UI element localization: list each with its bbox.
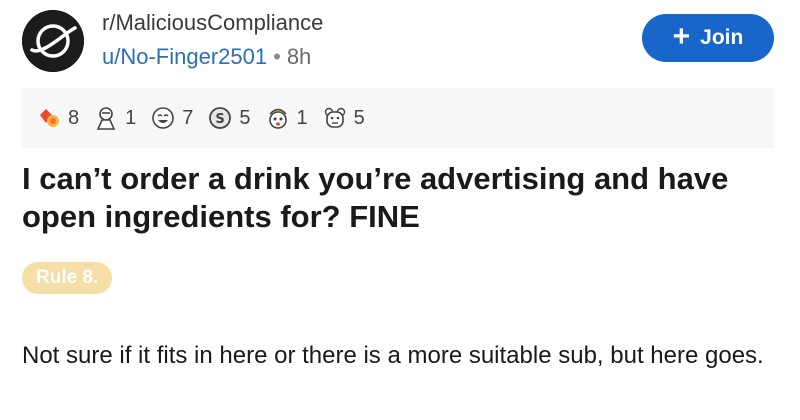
join-label: Join	[700, 26, 744, 49]
author-link[interactable]: u/No-Finger2501	[102, 44, 267, 69]
awards-bar[interactable]: 8 1 7 S 5 1 5	[22, 88, 774, 148]
laughing-award-icon	[150, 105, 176, 131]
award-bear[interactable]: 5	[322, 105, 365, 131]
award-count: 1	[296, 106, 308, 129]
bear-award-icon	[322, 105, 348, 131]
award-count: 5	[239, 106, 251, 129]
join-button[interactable]: + Join	[642, 14, 774, 62]
award-helpful[interactable]: 1	[93, 105, 136, 131]
post-age: 8h	[286, 44, 312, 69]
wholesome-award-icon	[36, 105, 62, 131]
helpful-award-icon	[93, 105, 119, 131]
award-wholesome[interactable]: 8	[36, 105, 79, 131]
plus-icon: +	[672, 19, 691, 53]
post-body: Not sure if it fits in here or there is …	[22, 342, 764, 369]
post-flair[interactable]: Rule 8.	[22, 262, 113, 294]
award-mindblown[interactable]: 1	[265, 105, 308, 131]
subreddit-name[interactable]: r/MaliciousCompliance	[102, 10, 323, 36]
award-laughing[interactable]: 7	[150, 105, 193, 131]
award-silver[interactable]: S 5	[207, 105, 251, 131]
subreddit-avatar-icon[interactable]	[22, 10, 84, 72]
post-title[interactable]: I can’t order a drink you’re advertising…	[22, 160, 782, 236]
award-count: 7	[182, 106, 194, 129]
post-meta: u/No-Finger2501 • 8h	[102, 44, 311, 70]
award-count: 1	[125, 106, 137, 129]
svg-text:S: S	[216, 112, 225, 127]
post-header: r/MaliciousCompliance u/No-Finger2501 • 8h…	[22, 8, 782, 76]
silver-award-icon: S	[207, 105, 233, 131]
award-count: 5	[353, 106, 365, 129]
award-count: 8	[68, 106, 80, 129]
meta-separator: •	[273, 44, 281, 69]
mindblown-award-icon	[265, 105, 291, 131]
